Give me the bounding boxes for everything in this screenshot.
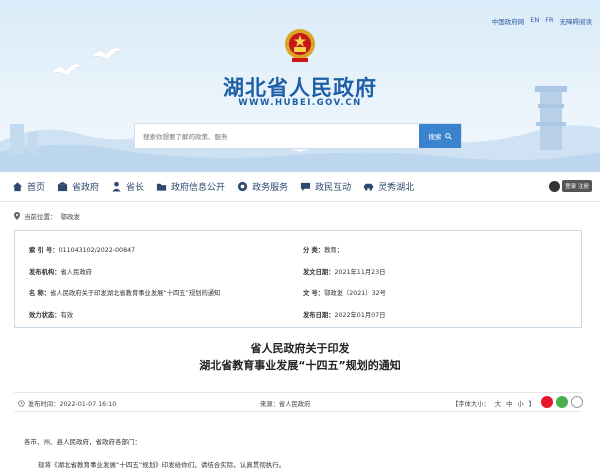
document-title-line2: 湖北省教育事业发展“十四五”规划的通知 (199, 359, 401, 372)
print-share-icon[interactable] (571, 396, 583, 408)
car-icon (364, 183, 374, 191)
login-area: 登录 注册 (549, 180, 592, 192)
font-size-medium-button[interactable]: 中 (506, 399, 512, 408)
meta-pubdate-value: 2022年01月07日 (334, 312, 386, 319)
nav-item-label: 政民互动 (315, 183, 352, 193)
nav-item-provincial-gov[interactable]: 省政府 (45, 180, 99, 193)
building-icon (57, 181, 68, 192)
search-button-label: 搜索 (428, 133, 442, 141)
search-button[interactable]: 搜索 (419, 124, 461, 148)
home-icon (12, 182, 23, 192)
meta-docno-key: 文 号： (303, 290, 325, 297)
search-bar: 搜索 (134, 123, 462, 149)
font-size-close-bracket: 】 (528, 401, 535, 408)
meta-status-key: 效力状态： (29, 312, 61, 319)
font-size-controls: 【字体大小： 大 中 小 】 (452, 399, 535, 408)
meta-pubdate-key: 发布日期： (303, 312, 335, 319)
search-icon (444, 132, 452, 140)
breadcrumb-prefix: 当前位置： (24, 213, 57, 221)
nav-item-info-disclosure[interactable]: 政府信息公开 (144, 180, 225, 193)
source-label: 来源：省人民政府 (260, 401, 311, 408)
nav-item-home[interactable]: 首页 (0, 180, 45, 193)
meta-publisher-key: 发布机构： (29, 269, 61, 276)
publish-time: 发布时间：2022-01-07 16:10 (28, 401, 117, 408)
meta-docno-value: 鄂政发〔2021〕32号 (324, 290, 386, 297)
search-input[interactable] (143, 130, 413, 144)
chat-icon (300, 182, 311, 192)
font-size-large-button[interactable]: 大 (495, 399, 501, 408)
nav-item-lingxiu-hubei[interactable]: 灵秀湖北 (351, 180, 414, 193)
weibo-share-icon[interactable] (541, 396, 553, 408)
main-nav: 首页 省政府 省长 政府信息公开 政务服务 政民互动 灵秀湖北 登录 注册 (0, 172, 600, 202)
meta-name-key: 名 称： (29, 290, 51, 297)
wechat-share-icon[interactable] (556, 396, 568, 408)
top-link-en[interactable]: EN (530, 16, 539, 26)
meta-date-value: 2021年11月23日 (334, 269, 386, 276)
folder-icon (156, 183, 167, 191)
breadcrumb: 当前位置： 鄂政发 (14, 211, 80, 221)
user-avatar-icon (549, 180, 561, 192)
top-link-fr[interactable]: FR (545, 16, 553, 26)
login-register-button[interactable]: 登录 注册 (562, 180, 592, 192)
meta-date-key: 发文日期： (303, 269, 335, 276)
document-meta-panel: 索 引 号：011043102/2022-00847 分 类：教育； 发布机构：… (14, 230, 582, 328)
person-icon (112, 181, 121, 192)
header-banner: 中国政府网 EN FR 无障碍阅读 湖北省人民政府 WWW.HUBEI.GOV.… (0, 0, 600, 172)
meta-category-value: 教育； (324, 247, 343, 254)
body-paragraph-2: 现将《湖北省教育事业发展“十四五”规划》印发给你们，请结合实际，认真贯彻执行。 (38, 461, 286, 469)
share-buttons (541, 396, 583, 408)
top-links: 中国政府网 EN FR 无障碍阅读 (492, 16, 592, 26)
nav-item-interaction[interactable]: 政民互动 (288, 180, 351, 193)
nav-item-label: 灵秀湖北 (378, 183, 415, 193)
meta-index-key: 索 引 号： (29, 247, 59, 254)
site-url: WWW.HUBEI.GOV.CN (238, 98, 362, 108)
nav-item-label: 省长 (126, 183, 145, 193)
meta-status-value: 有效 (60, 312, 74, 319)
nav-item-gov-services[interactable]: 政务服务 (225, 180, 288, 193)
article-info-bar: 发布时间：2022-01-07 16:10 来源：省人民政府 【字体大小： 大 … (14, 392, 583, 412)
nav-item-governor[interactable]: 省长 (99, 180, 144, 193)
nav-item-label: 省政府 (72, 183, 100, 193)
document-title-line1: 省人民政府关于印发 (250, 342, 350, 355)
body-paragraph-1: 各市、州、县人民政府，省政府各部门： (24, 438, 141, 446)
nav-item-label: 政务服务 (252, 183, 289, 193)
clock-icon (18, 400, 25, 407)
meta-index-value: 011043102/2022-00847 (58, 247, 136, 254)
meta-category-key: 分 类： (303, 247, 325, 254)
nav-item-label: 首页 (27, 183, 46, 193)
font-size-small-button[interactable]: 小 (517, 399, 523, 408)
font-size-label: 【字体大小： (452, 401, 490, 408)
nav-item-label: 政府信息公开 (171, 183, 226, 193)
meta-publisher-value: 省人民政府 (60, 269, 92, 276)
national-emblem-icon (285, 29, 315, 62)
location-pin-icon (14, 212, 20, 220)
breadcrumb-current[interactable]: 鄂政发 (61, 211, 81, 221)
service-icon (237, 181, 248, 192)
meta-name-value: 省人民政府关于印发湖北省教育事业发展“十四五”规划的通知 (50, 290, 221, 297)
top-link-gov[interactable]: 中国政府网 (492, 16, 525, 26)
top-link-accessibility[interactable]: 无障碍阅读 (560, 16, 593, 26)
